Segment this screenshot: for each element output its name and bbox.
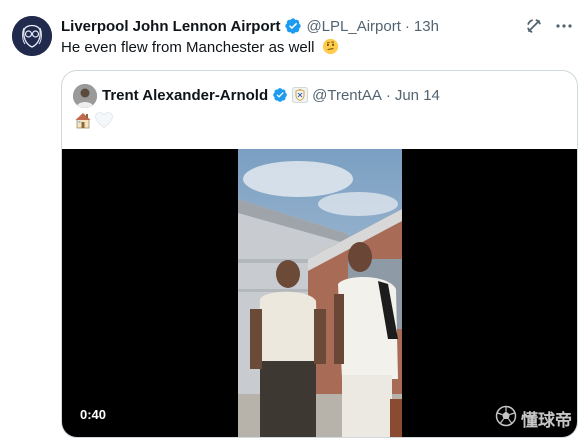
separator-dot: · xyxy=(385,86,391,104)
house-icon xyxy=(74,111,92,134)
author-avatar[interactable] xyxy=(12,16,52,56)
author-name[interactable]: Liverpool John Lennon Airport xyxy=(61,18,280,35)
quoted-author-avatar[interactable] xyxy=(73,84,97,108)
white-heart-icon xyxy=(94,111,114,134)
tweet-text: He even flew from Manchester as well xyxy=(61,38,339,58)
separator-dot: · xyxy=(404,17,410,35)
quoted-author-name[interactable]: Trent Alexander-Arnold xyxy=(102,87,268,104)
video-frame xyxy=(238,149,402,437)
lennon-logo-icon xyxy=(12,16,52,56)
football-icon xyxy=(495,405,517,432)
tweet-time[interactable]: 13h xyxy=(414,18,439,35)
video-duration: 0:40 xyxy=(80,407,107,422)
quoted-tweet-text xyxy=(74,111,114,133)
author-handle[interactable]: @LPL_Airport xyxy=(306,18,400,35)
quoted-tweet-card[interactable]: Trent Alexander-Arnold @TrentAA · Jun 14 xyxy=(61,70,578,438)
tweet-header: Liverpool John Lennon Airport @LPL_Airpo… xyxy=(61,16,572,36)
video-player[interactable]: 0:40 xyxy=(62,149,577,437)
more-options-icon[interactable] xyxy=(554,16,574,36)
quoted-author-handle[interactable]: @TrentAA xyxy=(312,87,382,104)
watermark: 懂球帝 xyxy=(495,405,572,432)
watermark-text: 懂球帝 xyxy=(521,411,572,430)
grok-icon[interactable] xyxy=(524,16,544,36)
club-crest-icon xyxy=(292,87,309,103)
quoted-tweet-date[interactable]: Jun 14 xyxy=(395,87,440,104)
tweet-text-content: He even flew from Manchester as well xyxy=(61,39,315,56)
verified-badge-icon xyxy=(272,87,288,103)
quoted-tweet-header: Trent Alexander-Arnold @TrentAA · Jun 14 xyxy=(102,85,440,105)
thinking-face-icon xyxy=(322,38,339,55)
verified-badge-icon xyxy=(284,17,302,35)
